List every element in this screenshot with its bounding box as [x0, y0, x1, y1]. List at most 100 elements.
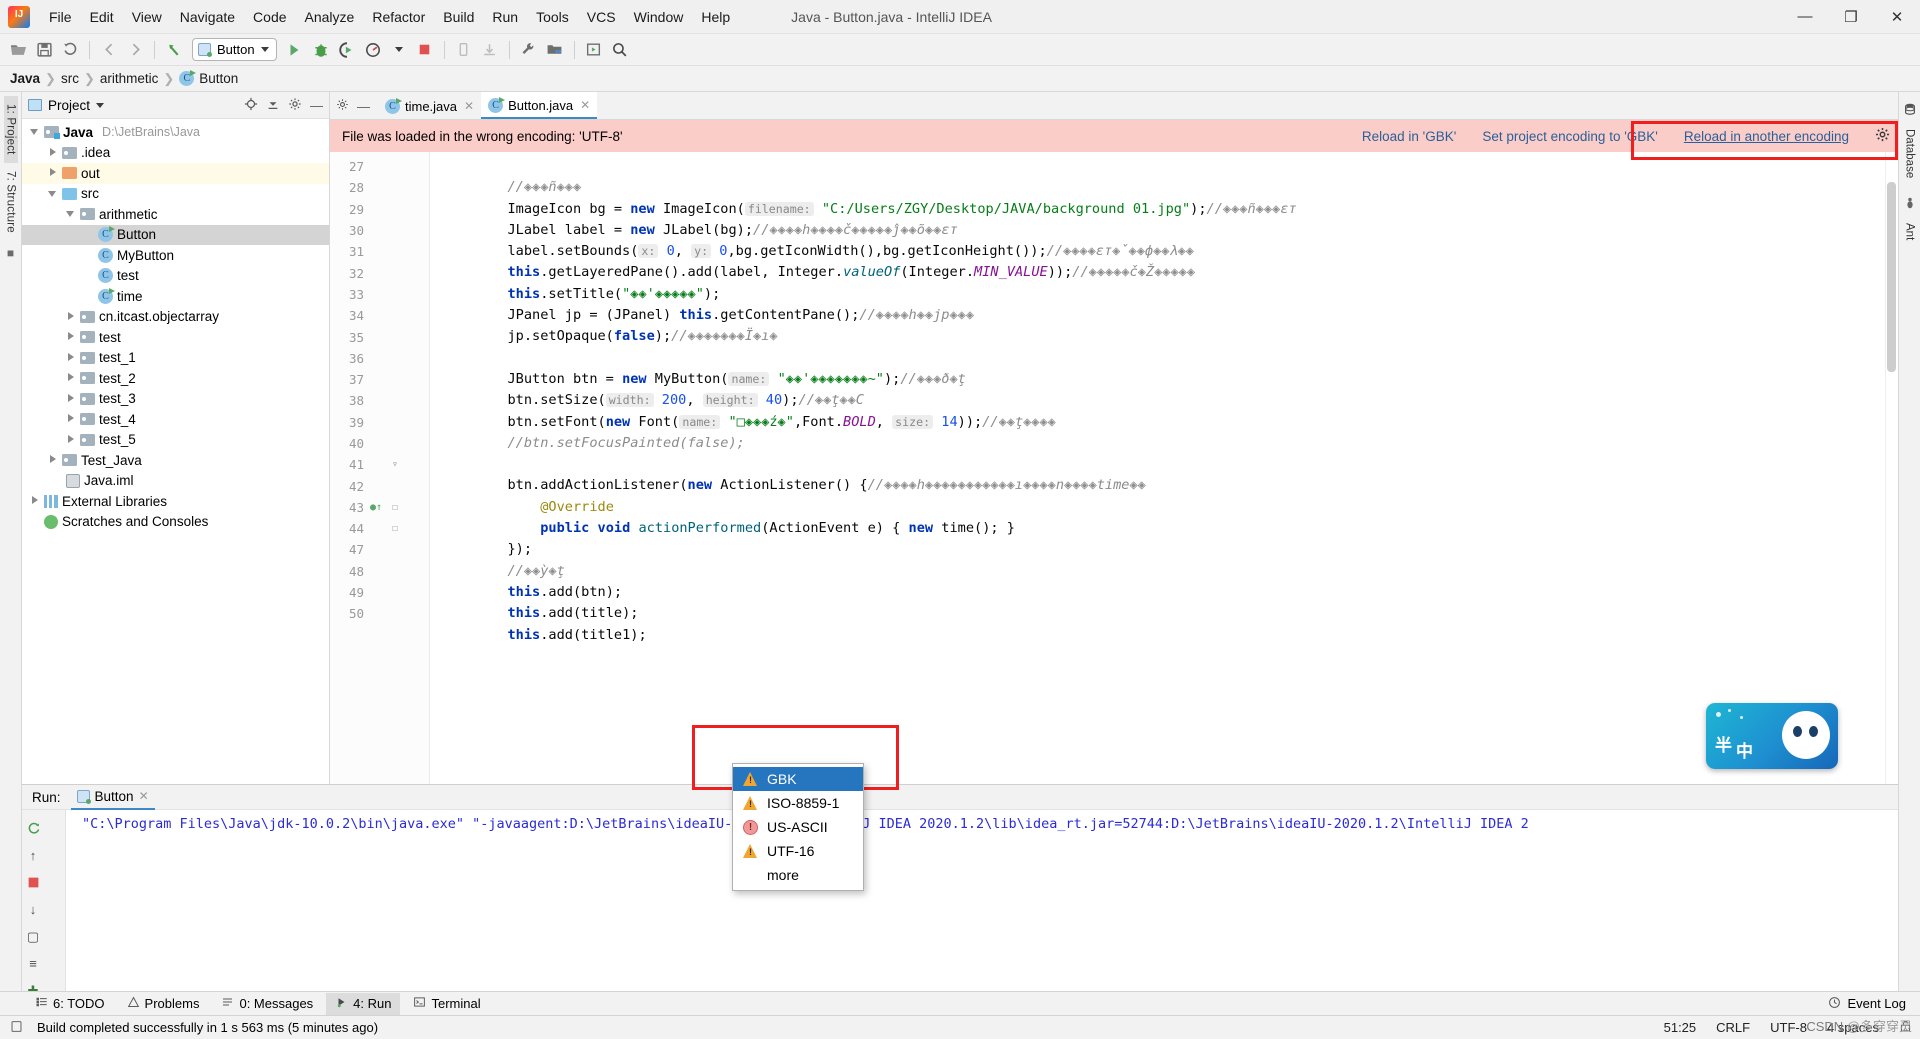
breadcrumb-item-package[interactable]: arithmetic: [100, 71, 159, 86]
search-everywhere-icon[interactable]: [608, 38, 632, 62]
tool-window-run[interactable]: 4: Run: [326, 992, 401, 1015]
run-console-output[interactable]: "C:\Program Files\Java\jdk-10.0.2\bin\ja…: [66, 810, 1898, 991]
close-icon[interactable]: ✕: [139, 789, 149, 803]
encoding-option-utf-16[interactable]: UTF-16: [733, 839, 863, 863]
stop-icon[interactable]: [413, 38, 437, 62]
tree-node-time[interactable]: time: [22, 286, 329, 307]
breadcrumb-item-project[interactable]: Java: [10, 71, 40, 86]
tree-node-out[interactable]: out: [22, 163, 329, 184]
print-screen-icon[interactable]: ▢: [22, 923, 44, 950]
twisty-icon[interactable]: [66, 393, 76, 404]
rail-bookmark-icon[interactable]: ■: [7, 246, 14, 260]
rail-item-database[interactable]: Database: [1903, 123, 1917, 184]
rail-item-structure[interactable]: 7: Structure: [4, 163, 18, 241]
tree-node-mybutton[interactable]: MyButton: [22, 245, 329, 266]
breadcrumb-item-src[interactable]: src: [61, 71, 79, 86]
phone-icon[interactable]: [452, 38, 476, 62]
twisty-icon[interactable]: [66, 434, 76, 445]
save-icon[interactable]: [32, 38, 56, 62]
caret-position[interactable]: 51:25: [1664, 1020, 1697, 1035]
tool-window-problems[interactable]: Problems: [118, 993, 209, 1015]
chevron-down-icon-project[interactable]: [96, 102, 105, 108]
collapse-all-icon[interactable]: [266, 97, 280, 114]
menu-window[interactable]: Window: [625, 5, 693, 29]
tree-node-arithmetic[interactable]: arithmetic: [22, 204, 329, 225]
tree-node-test-1[interactable]: test_1: [22, 348, 329, 369]
locate-target-icon[interactable]: [244, 97, 258, 114]
twisty-icon[interactable]: [30, 496, 40, 506]
tree-node-cn-itcast[interactable]: cn.itcast.objectarray: [22, 307, 329, 328]
menu-code[interactable]: Code: [244, 5, 295, 29]
run-anything-icon[interactable]: [582, 38, 606, 62]
minimize-button[interactable]: —: [1782, 0, 1828, 34]
hide-icon[interactable]: —: [310, 98, 323, 113]
fold-icon[interactable]: ☐: [392, 502, 398, 513]
settings-wrench-icon[interactable]: [517, 38, 541, 62]
floating-widget[interactable]: 半 中: [1706, 703, 1838, 769]
encoding-option-us-ascii[interactable]: US-ASCII: [733, 815, 863, 839]
editor-tab-button-java[interactable]: Button.java ✕: [481, 92, 598, 119]
scrollbar-thumb[interactable]: [1887, 182, 1896, 372]
tree-node-test[interactable]: test: [22, 327, 329, 348]
twisty-icon[interactable]: [66, 311, 76, 322]
line-separator[interactable]: CRLF: [1716, 1020, 1750, 1035]
tool-window-todo[interactable]: 6: TODO: [26, 993, 114, 1015]
encoding-option-gbk[interactable]: GBK: [733, 767, 863, 791]
scroll-up-icon[interactable]: ↑: [22, 842, 44, 869]
tree-node-idea[interactable]: .idea: [22, 143, 329, 164]
download-icon[interactable]: [478, 38, 502, 62]
maximize-button[interactable]: ❐: [1828, 0, 1874, 34]
menu-tools[interactable]: Tools: [527, 5, 578, 29]
tree-node-test-3[interactable]: test_3: [22, 389, 329, 410]
back-arrow-icon[interactable]: [97, 38, 121, 62]
menu-edit[interactable]: Edit: [81, 5, 123, 29]
twisty-icon[interactable]: [66, 332, 76, 342]
close-button[interactable]: ✕: [1874, 0, 1920, 34]
fold-icon[interactable]: ☐: [392, 523, 398, 534]
hide-icon-editor[interactable]: —: [357, 99, 370, 114]
chevron-down-icon-profiler[interactable]: [387, 38, 411, 62]
menu-refactor[interactable]: Refactor: [363, 5, 434, 29]
twisty-icon[interactable]: [48, 168, 58, 178]
twisty-icon[interactable]: [30, 127, 40, 137]
gear-icon-editor[interactable]: [336, 98, 349, 114]
twisty-icon[interactable]: [66, 373, 76, 383]
encoding-option-iso-8859-1[interactable]: ISO-8859-1: [733, 791, 863, 815]
run-tab-button[interactable]: Button ✕: [70, 785, 155, 810]
project-structure-icon[interactable]: [543, 38, 567, 62]
tree-node-test-2[interactable]: test_2: [22, 368, 329, 389]
event-log-button[interactable]: Event Log: [1828, 996, 1920, 1012]
menu-run[interactable]: Run: [483, 5, 527, 29]
run-configuration-selector[interactable]: Button: [192, 38, 277, 61]
tree-node-test-java[interactable]: Test_Java: [22, 450, 329, 471]
tree-node-test-4[interactable]: test_4: [22, 409, 329, 430]
menu-navigate[interactable]: Navigate: [171, 5, 244, 29]
tree-node-java[interactable]: Java D:\JetBrains\Java: [22, 122, 329, 143]
menu-analyze[interactable]: Analyze: [296, 5, 364, 29]
set-project-encoding-link[interactable]: Set project encoding to 'GBK': [1482, 129, 1658, 144]
twisty-icon[interactable]: [66, 209, 76, 219]
tree-node-external-libraries[interactable]: External Libraries: [22, 491, 329, 512]
tool-window-messages[interactable]: 0: Messages: [212, 993, 322, 1015]
encoding-popup-menu[interactable]: GBK ISO-8859-1 US-ASCII UTF-16 more: [732, 763, 864, 891]
twisty-icon[interactable]: [48, 189, 58, 199]
gear-icon-notification[interactable]: [1875, 127, 1890, 145]
encoding-option-more[interactable]: more: [733, 863, 863, 887]
tree-node-java-iml[interactable]: Java.iml: [22, 471, 329, 492]
undo-icon[interactable]: [162, 38, 186, 62]
rail-item-project[interactable]: 1: Project: [3, 96, 18, 163]
menu-file[interactable]: File: [40, 5, 81, 29]
debug-icon[interactable]: [309, 38, 333, 62]
tree-node-src[interactable]: src: [22, 184, 329, 205]
rail-item-ant[interactable]: Ant: [1903, 217, 1917, 246]
open-folder-icon[interactable]: [6, 38, 30, 62]
tree-node-scratches[interactable]: Scratches and Consoles: [22, 512, 329, 533]
soft-wrap-icon[interactable]: ≡: [22, 950, 44, 977]
menu-view[interactable]: View: [123, 5, 171, 29]
rerun-icon[interactable]: [22, 815, 44, 842]
twisty-icon[interactable]: [48, 455, 58, 465]
tree-node-test-5[interactable]: test_5: [22, 430, 329, 451]
tree-node-test-class[interactable]: test: [22, 266, 329, 287]
file-encoding[interactable]: UTF-8: [1770, 1020, 1807, 1035]
tree-node-button[interactable]: Button: [22, 224, 329, 245]
